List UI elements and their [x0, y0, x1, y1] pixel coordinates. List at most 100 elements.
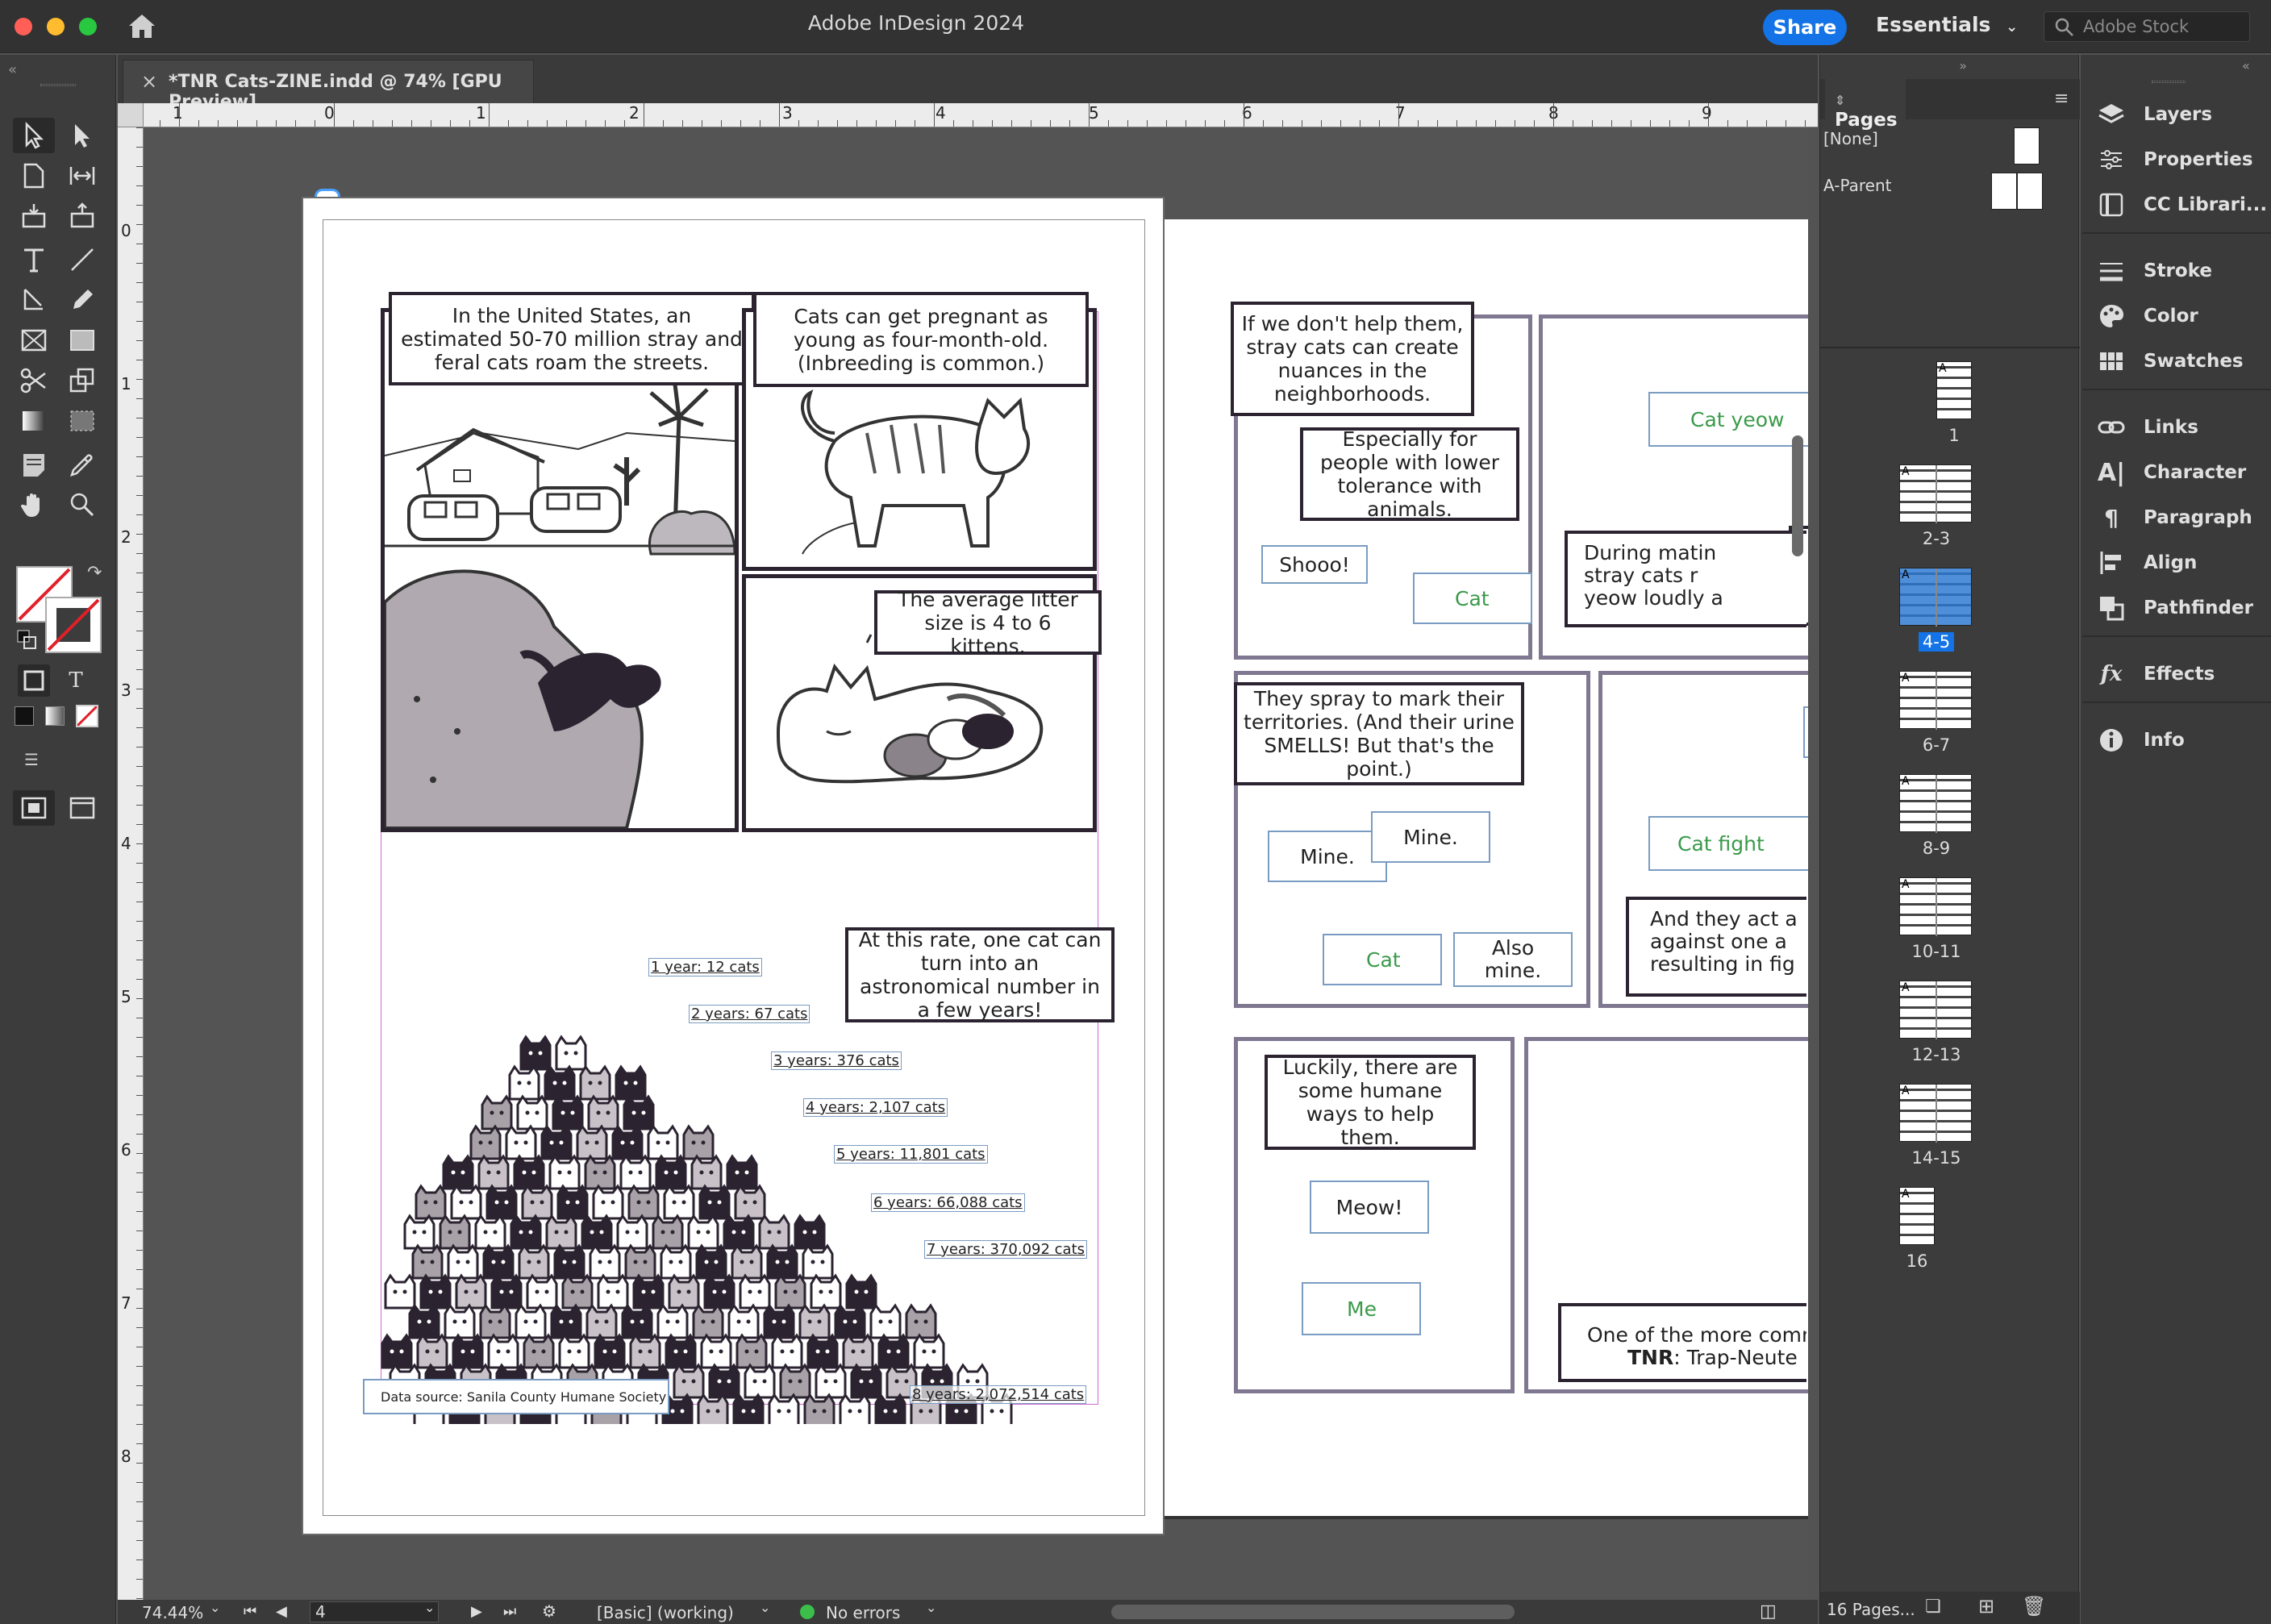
workspace-switcher[interactable]: Essentials ⌄ — [1876, 13, 2018, 36]
direct-selection-tool[interactable] — [61, 118, 103, 153]
last-page-icon[interactable]: ⏭ — [503, 1603, 516, 1620]
color-panel-button[interactable]: Color — [2097, 298, 2198, 334]
layers-panel-button[interactable]: Layers — [2097, 97, 2212, 132]
page-spread-label[interactable]: 14-15 — [1888, 1148, 1985, 1168]
parent-thumbnail[interactable] — [1991, 173, 2017, 210]
horizontal-ruler[interactable]: 1 0 1 2 3 4 5 6 7 8 9 — [118, 102, 1818, 127]
adobe-stock-search[interactable]: Adobe Stock — [2044, 11, 2250, 42]
gap-tool[interactable] — [61, 158, 103, 194]
page-spread-thumbnail[interactable]: A — [1899, 568, 1972, 627]
new-page-icon[interactable]: ⊞ — [1978, 1595, 1994, 1618]
text-frame[interactable] — [1803, 706, 1808, 758]
speech-bubble[interactable]: Mine. — [1268, 831, 1387, 882]
caption-box[interactable]: Cats can get pregnant as young as four-m… — [753, 292, 1089, 387]
normal-view-mode-icon[interactable] — [13, 790, 55, 826]
comic-panel-street[interactable] — [381, 308, 739, 832]
data-source-note[interactable]: Data source: Sanila County Humane Societ… — [363, 1379, 669, 1414]
page-spread-label[interactable]: 12-13 — [1888, 1045, 1985, 1064]
page-spread-label[interactable]: 6-7 — [1888, 735, 1985, 755]
page-spread-label[interactable]: 4-5 — [1919, 632, 1954, 652]
properties-panel-button[interactable]: Properties — [2097, 142, 2253, 177]
align-panel-button[interactable]: Align — [2097, 545, 2197, 581]
pen-tool[interactable] — [13, 282, 55, 318]
growth-label[interactable]: 7 years: 370,092 cats — [924, 1240, 1088, 1259]
caption-box[interactable]: At this rate, one cat can turn into an a… — [845, 927, 1115, 1022]
gradient-tool[interactable] — [13, 403, 55, 439]
chevron-down-icon[interactable]: ⌄ — [424, 1600, 435, 1615]
speech-bubble[interactable]: Also mine. — [1453, 932, 1573, 987]
page-number-field[interactable]: 4 — [310, 1601, 439, 1622]
pencil-tool[interactable] — [61, 282, 103, 318]
caption-box-mating[interactable]: During matin stray cats r yeow loudly a — [1565, 531, 1806, 627]
zoom-level[interactable]: 74.44% — [142, 1603, 203, 1622]
page-spread-label[interactable]: 1 — [1906, 426, 2002, 445]
edit-page-size-icon[interactable]: ❏ — [1925, 1597, 1941, 1617]
info-panel-button[interactable]: Info — [2097, 722, 2185, 758]
preflight-icon[interactable]: ⚙ — [542, 1601, 556, 1621]
page-spread-label[interactable]: 8-9 — [1888, 839, 1985, 858]
page-spread-thumbnail[interactable]: A — [1899, 877, 1972, 936]
growth-label[interactable]: 2 years: 67 cats — [689, 1005, 810, 1023]
page-spread-thumbnail[interactable]: A — [1899, 671, 1972, 730]
sfx-text[interactable]: Cat fight — [1648, 816, 1808, 871]
page-tool[interactable] — [13, 158, 55, 194]
default-fill-stroke-icon[interactable] — [16, 629, 37, 650]
parent-thumbnail[interactable] — [2014, 127, 2040, 164]
share-button[interactable]: Share — [1763, 10, 1847, 45]
free-transform-tool[interactable] — [61, 363, 103, 398]
selection-tool[interactable] — [13, 118, 55, 153]
vertical-ruler[interactable]: 0 1 2 3 4 5 6 7 8 — [118, 127, 144, 1600]
page-spread-thumbnail[interactable]: A — [1899, 464, 1972, 523]
sfx-text[interactable]: Me — [1302, 1282, 1421, 1335]
growth-label[interactable]: 6 years: 66,088 cats — [871, 1193, 1025, 1212]
collapse-icon[interactable]: « — [8, 61, 17, 78]
apply-gradient-icon[interactable] — [45, 706, 65, 726]
horizontal-scrollbar-thumb[interactable] — [1111, 1605, 1515, 1619]
apply-none-icon[interactable] — [76, 705, 98, 727]
caption-box-tnr[interactable]: One of the more comm TNR: Trap-Neute — [1558, 1303, 1806, 1382]
page-spread-label[interactable]: 10-11 — [1888, 942, 1985, 961]
vertical-scrollbar-thumb[interactable] — [1792, 435, 1803, 556]
caption-box[interactable]: Especially for people with lower toleran… — [1300, 427, 1519, 521]
page-spread-thumbnail[interactable]: A — [1936, 361, 1972, 419]
panel-menu-icon[interactable]: ≡ — [2054, 89, 2069, 109]
growth-label[interactable]: 3 years: 376 cats — [771, 1051, 902, 1070]
cc-libraries-panel-button[interactable]: CC Librari... — [2097, 187, 2267, 223]
page-spread-label[interactable]: 2-3 — [1888, 529, 1985, 548]
speech-bubble[interactable]: Mine. — [1371, 811, 1490, 863]
growth-label[interactable]: 5 years: 11,801 cats — [834, 1145, 988, 1164]
page-4[interactable]: In the United States, an estimated 50-70… — [302, 197, 1165, 1535]
paragraph-panel-button[interactable]: ¶ Paragraph — [2097, 500, 2252, 535]
links-panel-button[interactable]: Links — [2097, 410, 2198, 445]
screen-mode-icon[interactable] — [61, 790, 103, 826]
preflight-profile[interactable]: [Basic] (working) — [597, 1603, 734, 1622]
view-options-icon[interactable]: ☰ — [24, 750, 39, 769]
sfx-text[interactable]: Cat — [1323, 934, 1442, 985]
speech-bubble[interactable]: Shooo! — [1261, 545, 1368, 584]
caption-box[interactable]: The average litter size is 4 to 6 kitten… — [874, 588, 1102, 658]
chevron-down-icon[interactable]: ⌄ — [760, 1600, 770, 1615]
page-spread-thumbnail[interactable]: A — [1899, 1187, 1935, 1245]
type-tool[interactable] — [13, 242, 55, 277]
page-spread-thumbnail[interactable]: A — [1899, 1084, 1972, 1143]
eyedropper-tool[interactable] — [61, 447, 103, 482]
rectangle-frame-tool[interactable] — [13, 323, 55, 358]
caption-box-fighting[interactable]: And they act a against one a resulting i… — [1626, 897, 1806, 997]
ruler-origin[interactable] — [118, 103, 144, 127]
sfx-text[interactable]: Cat yeow — [1648, 392, 1808, 447]
pages-panel-tab[interactable]: ⇕ Pages — [1825, 79, 1906, 131]
parent-thumbnail[interactable] — [2017, 173, 2043, 210]
preflight-errors[interactable]: No errors — [826, 1603, 900, 1622]
character-panel-button[interactable]: A| Character — [2097, 455, 2246, 490]
swap-fill-stroke-icon[interactable]: ↷ — [87, 563, 102, 583]
swatches-panel-button[interactable]: Swatches — [2097, 344, 2244, 379]
gradient-feather-tool[interactable] — [61, 403, 103, 439]
caption-box[interactable]: Luckily, there are some humane ways to h… — [1265, 1055, 1476, 1150]
chevron-down-icon[interactable]: ⌄ — [210, 1600, 220, 1615]
line-tool[interactable] — [61, 242, 103, 277]
sfx-text[interactable]: Cat — [1413, 573, 1532, 624]
parent-none[interactable]: [None] — [1823, 129, 1878, 148]
chevron-down-icon[interactable]: ⌄ — [926, 1600, 936, 1615]
panel-grip[interactable] — [2152, 81, 2186, 83]
page-spread-thumbnail[interactable]: A — [1899, 774, 1972, 833]
